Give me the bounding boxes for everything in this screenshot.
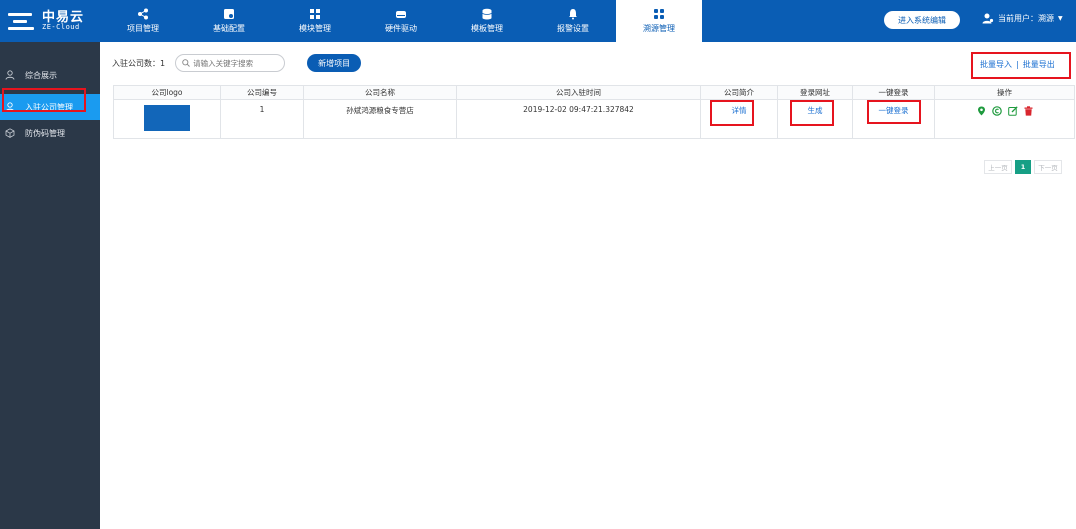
table-header-row: 公司logo 公司编号 公司名称 公司入驻时间 公司简介 登录网址 一键登录 操… [113,85,1075,100]
company-name: 孙斌鸿源粮食专营店 [303,99,457,139]
prev-page-button[interactable]: 上一页 [984,160,1012,174]
ze-logo-icon [8,10,36,32]
intro-detail-link[interactable]: 详情 [732,106,747,115]
sidebar-item-overview[interactable]: 综合展示 [0,62,100,88]
next-page-button[interactable]: 下一页 [1034,160,1062,174]
sidebar-item-label: 综合展示 [25,70,57,80]
intro-cell: 详情 [700,99,778,139]
sidebar-item-label: 入驻公司管理 [25,102,73,112]
share-icon [136,8,150,20]
grid-icon [652,8,666,20]
column-header: 操作 [934,85,1075,100]
column-header: 一键登录 [852,85,935,100]
nav-label: 模板管理 [471,24,503,33]
bell-icon [566,8,580,20]
sidebar-item-anti-counterfeit[interactable]: 防伪码管理 [0,120,100,146]
edit-icon[interactable] [1007,106,1018,116]
url-cell: 生成 [777,99,853,139]
nav-item-project[interactable]: 项目管理 [100,0,186,42]
column-header: 公司名称 [303,85,457,100]
logo-cell [113,99,221,139]
column-header: 公司编号 [220,85,304,100]
location-pin-icon[interactable] [977,106,986,116]
brand-logo[interactable]: 中易云 ZE-Cloud [0,0,100,42]
database-icon [480,8,494,20]
cube-icon [4,127,16,139]
main-content: 入驻公司数：1 新增项目 批量导入 | 批量导出 公司logo 公司编号 公司名… [100,42,1076,529]
modules-icon [308,8,322,20]
current-user-menu[interactable]: 当前用户：溯源 ▼ [982,13,1063,24]
nav-item-drive[interactable]: 硬件驱动 [358,0,444,42]
search-input[interactable] [193,58,280,68]
nav-item-alarm[interactable]: 报警设置 [530,0,616,42]
batch-export-link[interactable]: 批量导出 [1023,59,1055,70]
actions-cell [934,99,1075,139]
nav-label: 项目管理 [127,24,159,33]
page-number-button[interactable]: 1 [1015,160,1031,174]
company-id: 1 [220,99,304,139]
company-table: 公司logo 公司编号 公司名称 公司入驻时间 公司简介 登录网址 一键登录 操… [113,85,1075,139]
pagination: 上一页 1 下一页 [984,160,1062,174]
sidebar-item-label: 防伪码管理 [25,128,65,138]
add-project-button[interactable]: 新增项目 [307,54,362,72]
nav-label: 硬件驱动 [385,24,417,33]
nav-label: 报警设置 [557,24,589,33]
nav-item-config[interactable]: 基础配置 [186,0,272,42]
column-header: 公司简介 [700,85,778,100]
user-icon [4,69,16,81]
nav-label: 溯源管理 [643,24,675,33]
column-header: 登录网址 [777,85,853,100]
user-icon [4,101,16,113]
column-header: 公司入驻时间 [456,85,701,100]
user-icon [982,13,994,24]
login-cell: 一键登录 [852,99,935,139]
brand-name-cn: 中易云 [42,9,85,25]
enter-system-edit-button[interactable]: 进入系统编辑 [884,11,960,29]
current-user-label: 当前用户：溯源 [998,14,1054,23]
toolbar: 入驻公司数：1 新增项目 [112,54,362,72]
nav-label: 基础配置 [213,24,245,33]
top-navbar: 中易云 ZE-Cloud 项目管理 基础配置 模块管理 硬件驱动 模板管理 报警… [0,0,1076,42]
company-count: 入驻公司数：1 [112,58,166,68]
config-icon [222,8,236,20]
main-nav: 项目管理 基础配置 模块管理 硬件驱动 模板管理 报警设置 溯源管理 [100,0,702,42]
one-click-login-link[interactable]: 一键登录 [879,106,909,115]
nav-label: 模块管理 [299,24,331,33]
batch-separator: | [1016,59,1019,69]
caret-down-icon: ▼ [1058,15,1063,22]
search-box[interactable] [175,54,286,72]
company-join-time: 2019-12-02 09:47:21.327842 [456,99,701,139]
copyright-icon[interactable] [991,106,1002,116]
delete-icon[interactable] [1024,106,1033,116]
nav-item-traceability[interactable]: 溯源管理 [616,0,702,42]
nav-item-templates[interactable]: 模板管理 [444,0,530,42]
batch-actions: 批量导入 | 批量导出 [980,54,1055,74]
company-logo-image [144,105,190,131]
nav-item-modules[interactable]: 模块管理 [272,0,358,42]
table-row: 1 孙斌鸿源粮食专营店 2019-12-02 09:47:21.327842 详… [113,99,1075,139]
column-header: 公司logo [113,85,221,100]
batch-import-link[interactable]: 批量导入 [980,59,1012,70]
sidebar-item-company-management[interactable]: 入驻公司管理 [0,94,100,120]
drive-icon [394,8,408,20]
generate-url-link[interactable]: 生成 [808,106,823,115]
sidebar: 综合展示 入驻公司管理 防伪码管理 [0,42,100,529]
search-icon [182,59,190,67]
brand-name-en: ZE-Cloud [42,23,80,32]
